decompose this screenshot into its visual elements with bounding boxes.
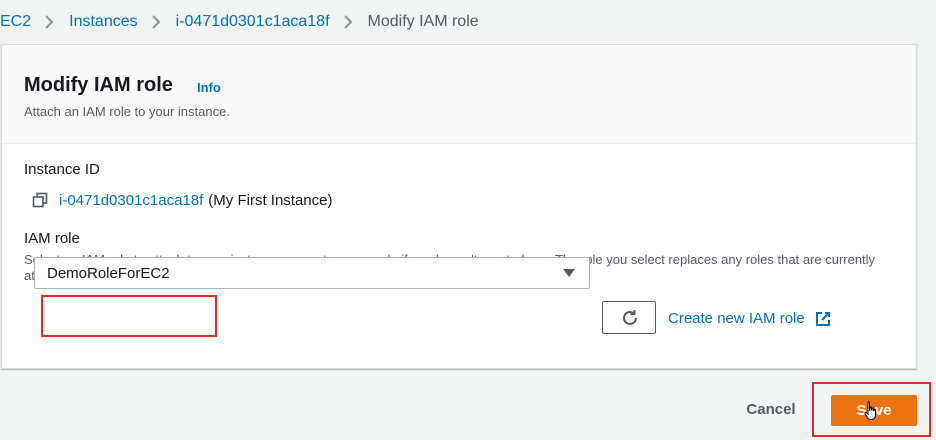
chevron-right-icon	[343, 14, 353, 30]
panel-description: Attach an IAM role to your instance.	[24, 104, 230, 119]
instance-id-link[interactable]: i-0471d0301c1aca18f	[59, 192, 203, 209]
instance-id-row: i-0471d0301c1aca18f (My First Instance)	[32, 190, 332, 210]
breadcrumb-ec2-link[interactable]: EC2	[0, 13, 31, 31]
refresh-button[interactable]	[602, 301, 656, 334]
caret-down-icon	[563, 269, 575, 277]
copy-icon[interactable]	[32, 192, 48, 208]
cancel-button[interactable]: Cancel	[730, 393, 812, 427]
chevron-right-icon	[44, 14, 54, 30]
iam-role-label: IAM role	[24, 230, 80, 247]
instance-id-label: Instance ID	[24, 161, 100, 178]
breadcrumb-instances-link[interactable]: Instances	[69, 13, 137, 31]
create-new-iam-role-label: Create new IAM role	[668, 310, 805, 327]
info-link[interactable]: Info	[197, 80, 221, 95]
external-link-icon	[815, 311, 831, 327]
chevron-right-icon	[151, 14, 161, 30]
breadcrumb: EC2 Instances i-0471d0301c1aca18f Modify…	[0, 11, 479, 33]
breadcrumb-instance-id-link[interactable]: i-0471d0301c1aca18f	[176, 13, 330, 31]
iam-role-selected-value: DemoRoleForEC2	[47, 265, 170, 282]
save-button[interactable]: Save	[831, 395, 917, 426]
refresh-icon	[623, 310, 637, 325]
page-title: Modify IAM role	[24, 74, 173, 96]
instance-name: (My First Instance)	[208, 191, 333, 209]
breadcrumb-current-page: Modify IAM role	[367, 13, 479, 30]
iam-role-select[interactable]: DemoRoleForEC2	[34, 257, 590, 289]
create-new-iam-role-link[interactable]: Create new IAM role	[668, 310, 831, 327]
panel-header: Modify IAM role Info Attach an IAM role …	[2, 45, 916, 144]
